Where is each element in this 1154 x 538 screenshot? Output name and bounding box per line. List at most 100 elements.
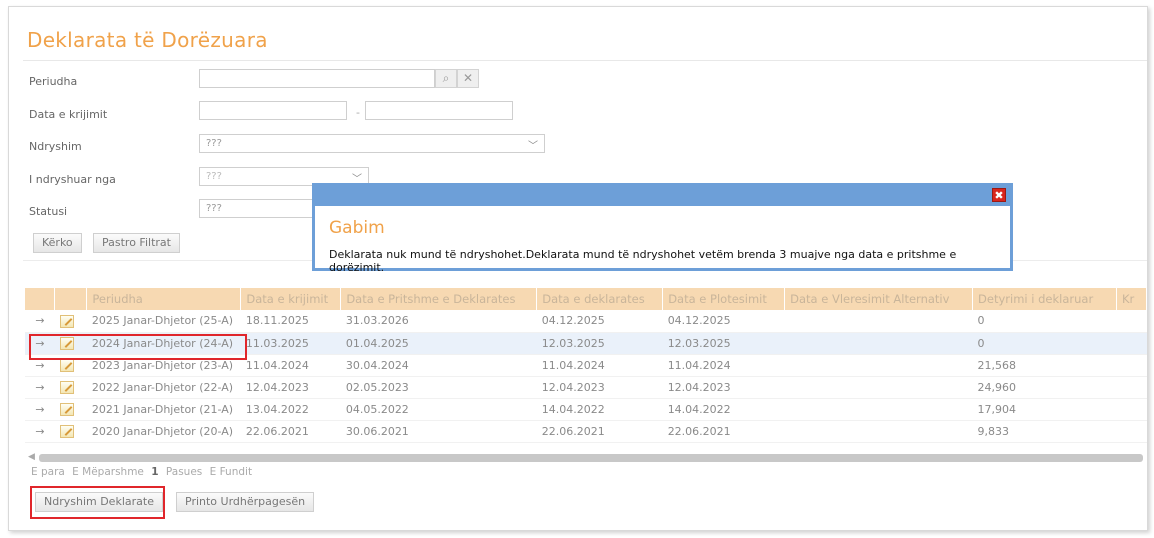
page-title: Deklarata të Dorëzuara — [27, 28, 268, 52]
horizontal-scrollbar[interactable] — [39, 454, 1143, 462]
row-arrow-icon[interactable]: → — [25, 310, 55, 333]
column-header-periudha[interactable]: Periudha — [86, 288, 242, 310]
table-row[interactable]: → 2025 Janar-Dhjetor (25-A) 18.11.2025 31.0… — [25, 310, 1147, 333]
edit-icon[interactable] — [59, 424, 74, 438]
row-edit-cell[interactable] — [54, 376, 87, 399]
clear-x-icon[interactable]: ✕ — [457, 69, 479, 88]
pager-prev-link[interactable]: E Mëparshme — [72, 466, 144, 478]
ndryshim-select[interactable]: ??? ﹀ — [199, 134, 545, 153]
cell-pritshme: 04.05.2022 — [340, 398, 537, 421]
edit-icon[interactable] — [59, 314, 74, 328]
cell-alternativ — [784, 398, 973, 421]
pager-first-link[interactable]: E para — [31, 466, 65, 478]
column-header-data-krijimit[interactable]: Data e krijimit — [240, 288, 342, 310]
cell-krijimit: 18.11.2025 — [240, 310, 341, 333]
cell-kr — [1116, 398, 1147, 421]
error-dialog: ✖ Gabim Deklarata nuk mund të ndryshohet… — [312, 183, 1013, 274]
cell-plotesimit: 22.06.2021 — [662, 420, 785, 443]
cell-periudha: 2021 Janar-Dhjetor (21-A) — [86, 398, 241, 421]
edit-icon[interactable] — [59, 358, 74, 372]
row-edit-cell[interactable] — [54, 398, 87, 421]
cell-krijimit: 22.06.2021 — [240, 420, 341, 443]
table-row[interactable]: → 2022 Janar-Dhjetor (22-A) 12.04.2023 02.0… — [25, 376, 1147, 399]
ndryshim-select-value: ??? — [206, 138, 222, 149]
scroll-left-icon[interactable]: ◀ — [28, 452, 35, 462]
cell-kr — [1116, 354, 1147, 377]
cell-detyrimi: 0 — [972, 332, 1117, 355]
cell-pritshme: 02.05.2023 — [340, 376, 537, 399]
cell-detyrimi: 24,960 — [972, 376, 1117, 399]
statusi-label: Statusi — [29, 205, 68, 218]
cell-alternativ — [784, 354, 973, 377]
cell-plotesimit: 12.03.2025 — [662, 332, 785, 355]
table-row[interactable]: → 2021 Janar-Dhjetor (21-A) 13.04.2022 04.0… — [25, 398, 1147, 421]
cell-deklarates: 12.04.2023 — [536, 376, 663, 399]
column-header-detyrimi[interactable]: Detyrimi i deklaruar — [972, 288, 1117, 310]
cell-alternativ — [784, 376, 973, 399]
cell-alternativ — [784, 310, 973, 333]
statusi-value: ??? — [206, 203, 222, 214]
cell-pritshme: 01.04.2025 — [340, 332, 537, 355]
cell-pritshme: 31.03.2026 — [340, 310, 537, 333]
title-divider — [23, 60, 1147, 61]
row-arrow-icon[interactable]: → — [25, 376, 55, 399]
cell-detyrimi: 0 — [972, 310, 1117, 333]
cell-plotesimit: 12.04.2023 — [662, 376, 785, 399]
cell-kr — [1116, 332, 1147, 355]
ndryshuar-nga-label: I ndryshuar nga — [29, 173, 116, 186]
date-from-input[interactable] — [199, 101, 347, 120]
cell-krijimit: 11.04.2024 — [240, 354, 341, 377]
pager-next-link[interactable]: Pasues — [166, 466, 202, 478]
column-header — [54, 288, 88, 310]
dialog-title-bar: ✖ — [315, 186, 1010, 206]
clear-filters-button[interactable]: Pastro Filtrat — [93, 233, 180, 253]
date-to-input[interactable] — [365, 101, 513, 120]
cell-krijimit: 11.03.2025 — [240, 332, 341, 355]
cell-periudha: 2022 Janar-Dhjetor (22-A) — [86, 376, 241, 399]
cell-deklarates: 04.12.2025 — [536, 310, 663, 333]
data-krijimit-label: Data e krijimit — [29, 108, 108, 121]
edit-icon[interactable] — [59, 402, 74, 416]
periudha-input[interactable] — [199, 69, 435, 88]
row-arrow-icon[interactable]: → — [25, 420, 55, 443]
cell-detyrimi: 9,833 — [972, 420, 1117, 443]
cell-periudha: 2025 Janar-Dhjetor (25-A) — [86, 310, 241, 333]
dialog-title: Gabim — [329, 218, 385, 238]
chevron-down-icon: ﹀ — [528, 141, 538, 152]
pager-last-link[interactable]: E Fundit — [210, 466, 252, 478]
cell-deklarates: 22.06.2021 — [536, 420, 663, 443]
column-header-data-alternativ[interactable]: Data e Vleresimit Alternativ — [784, 288, 974, 310]
edit-icon[interactable] — [59, 380, 74, 394]
row-edit-cell[interactable] — [54, 310, 87, 333]
cell-alternativ — [784, 420, 973, 443]
row-edit-cell[interactable] — [54, 420, 87, 443]
cell-deklarates: 14.04.2022 — [536, 398, 663, 421]
cell-kr — [1116, 310, 1147, 333]
cell-plotesimit: 04.12.2025 — [662, 310, 785, 333]
pager-current-page: 1 — [151, 466, 159, 478]
cell-deklarates: 11.04.2024 — [536, 354, 663, 377]
highlight-selected-row — [29, 334, 247, 360]
row-arrow-icon[interactable]: → — [25, 398, 55, 421]
cell-periudha: 2020 Janar-Dhjetor (20-A) — [86, 420, 241, 443]
declarations-table: Periudha Data e krijimit Data e Pritshme… — [25, 288, 1147, 443]
column-header-data-deklarates[interactable]: Data e deklarates — [536, 288, 664, 310]
pagination: E para E Mëparshme 1 Pasues E Fundit — [31, 466, 256, 478]
cell-plotesimit: 11.04.2024 — [662, 354, 785, 377]
search-button[interactable]: Kërko — [33, 233, 82, 253]
close-icon[interactable]: ✖ — [992, 188, 1006, 202]
cell-pritshme: 30.06.2021 — [340, 420, 537, 443]
cell-detyrimi: 21,568 — [972, 354, 1117, 377]
column-header-data-plotesimit[interactable]: Data e Plotesimit — [662, 288, 786, 310]
table-body: → 2025 Janar-Dhjetor (25-A) 18.11.2025 31.0… — [25, 310, 1147, 443]
table-row[interactable]: → 2020 Janar-Dhjetor (20-A) 22.06.2021 30.0… — [25, 420, 1147, 443]
column-header-data-pritshme[interactable]: Data e Pritshme e Deklarates — [340, 288, 538, 310]
lookup-icon[interactable]: ⌕ — [435, 69, 457, 88]
statusi-select[interactable]: ??? — [199, 199, 319, 218]
cell-krijimit: 13.04.2022 — [240, 398, 341, 421]
cell-alternativ — [784, 332, 973, 355]
column-header-kr[interactable]: Kr — [1116, 288, 1147, 310]
print-payment-order-button[interactable]: Printo Urdhërpagesën — [176, 492, 315, 512]
date-separator: - — [356, 106, 360, 119]
periudha-label: Periudha — [29, 75, 78, 88]
